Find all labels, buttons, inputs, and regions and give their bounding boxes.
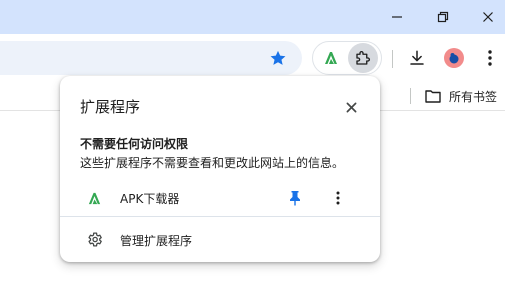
avatar[interactable] (444, 48, 464, 68)
folder-icon (425, 90, 441, 103)
toolbar (0, 34, 505, 81)
more-vert-icon (488, 50, 492, 66)
pin-icon (290, 191, 300, 206)
apk-downloader-icon (325, 52, 337, 64)
manage-extensions-button[interactable]: 管理扩展程序 (60, 222, 380, 256)
popup-divider (60, 216, 380, 217)
extension-row[interactable]: APK下载器 (60, 180, 380, 216)
gear-icon (87, 231, 102, 247)
extensions-button[interactable] (348, 43, 378, 73)
extensions-popup: 扩展程序 不需要任何访问权限 这些扩展程序不需要查看和更改此网站上的信息。 AP… (60, 76, 380, 262)
title-bar (0, 0, 505, 34)
bookmark-star-button[interactable] (264, 44, 292, 72)
toolbar-divider (392, 50, 393, 68)
popup-close-button[interactable] (340, 96, 362, 118)
extension-name: APK下载器 (120, 192, 180, 206)
all-bookmarks-label: 所有书签 (449, 89, 498, 104)
star-icon (270, 50, 286, 65)
apk-downloader-icon (88, 192, 100, 204)
puzzle-icon (356, 51, 370, 65)
minimize-icon (392, 16, 402, 18)
popup-title: 扩展程序 (80, 98, 141, 116)
restore-icon (437, 11, 449, 23)
download-icon (410, 50, 424, 65)
all-bookmarks-button[interactable]: 所有书签 (425, 85, 497, 107)
bookmarks-divider (410, 88, 411, 104)
more-vert-icon (336, 191, 340, 205)
extensions-group (312, 41, 382, 75)
downloads-button[interactable] (403, 44, 431, 72)
extension-icon (84, 188, 104, 208)
browser-menu-button[interactable] (478, 44, 502, 72)
extension-more-button[interactable] (326, 186, 350, 210)
pinned-apk-downloader-button[interactable] (317, 44, 345, 72)
address-bar[interactable] (0, 41, 302, 75)
section-heading: 不需要任何访问权限 (80, 137, 189, 151)
manage-extensions-label: 管理扩展程序 (120, 234, 193, 248)
minimize-button[interactable] (380, 0, 414, 34)
manage-icon (84, 229, 104, 249)
window-close-button[interactable] (471, 0, 505, 34)
section-description: 这些扩展程序不需要查看和更改此网站上的信息。 (80, 156, 345, 170)
close-icon (483, 12, 493, 22)
pin-extension-button[interactable] (283, 186, 307, 210)
profile-avatar-icon (449, 53, 459, 64)
close-icon (346, 102, 356, 112)
restore-button[interactable] (426, 0, 460, 34)
